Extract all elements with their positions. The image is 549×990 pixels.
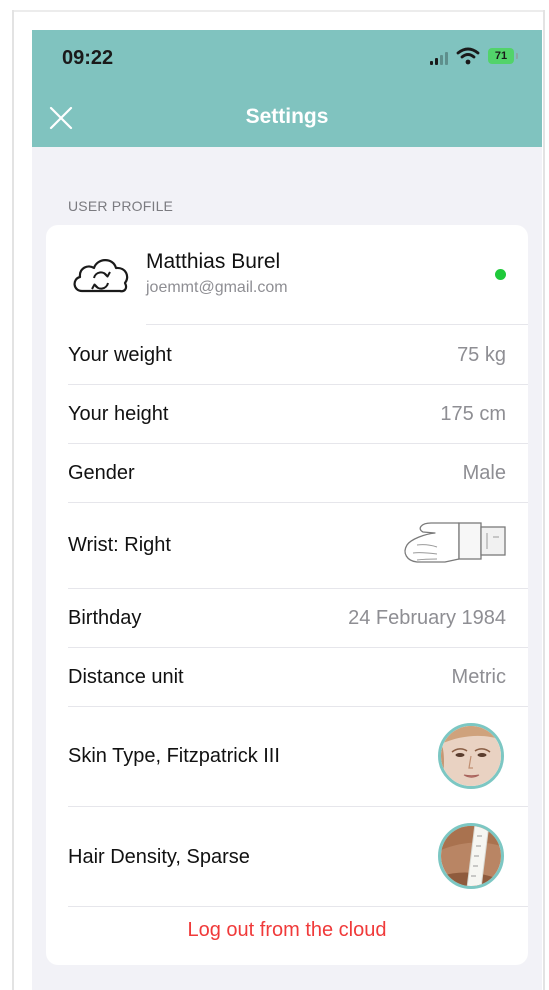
row-gender[interactable]: Gender Male: [46, 443, 528, 502]
row-value: Male: [462, 462, 506, 484]
row-value: Metric: [451, 666, 506, 688]
cloud-sync-icon: [73, 259, 129, 293]
profile-header[interactable]: Matthias Burel joemmt@gmail.com: [46, 225, 528, 325]
row-label: Your weight: [68, 344, 172, 366]
row-label: Your height: [68, 403, 169, 425]
row-label: Birthday: [68, 607, 142, 629]
divider: [68, 906, 528, 907]
row-label: Distance unit: [68, 666, 184, 688]
row-value: 75 kg: [457, 344, 506, 366]
row-skin-type[interactable]: Skin Type, Fitzpatrick III: [46, 706, 528, 806]
row-birthday[interactable]: Birthday 24 February 1984: [46, 588, 528, 647]
screenshot-border-left: [12, 10, 14, 990]
row-height[interactable]: Your height 175 cm: [46, 384, 528, 443]
settings-screen: 09:22 71 Settings USER PROFILE Matthias …: [32, 30, 542, 990]
screenshot-border-top: [12, 10, 545, 12]
row-label: Skin Type, Fitzpatrick III: [68, 745, 280, 767]
row-hair-density[interactable]: Hair Density, Sparse: [46, 806, 528, 906]
row-weight[interactable]: Your weight 75 kg: [46, 325, 528, 384]
row-label: Hair Density, Sparse: [68, 846, 250, 868]
row-distance-unit[interactable]: Distance unit Metric: [46, 647, 528, 706]
row-label: Wrist: Right: [68, 534, 171, 556]
screenshot-border-right: [543, 10, 545, 990]
wifi-icon: [456, 47, 480, 65]
cellular-signal-icon: [430, 51, 450, 65]
row-value: 24 February 1984: [348, 607, 506, 629]
user-name: Matthias Burel: [146, 250, 281, 273]
page-title: Settings: [245, 105, 329, 128]
user-email: joemmt@gmail.com: [146, 279, 288, 296]
row-label: Gender: [68, 462, 135, 484]
logout-button[interactable]: Log out from the cloud: [46, 919, 528, 942]
section-label-user-profile: USER PROFILE: [68, 198, 174, 214]
row-wrist[interactable]: Wrist: Right: [46, 502, 528, 588]
battery-charging-icon: 71: [488, 48, 518, 64]
sync-status-indicator: [495, 269, 506, 280]
skin-type-face-icon: [438, 723, 504, 789]
user-profile-card: Matthias Burel joemmt@gmail.com Your wei…: [46, 225, 528, 965]
nav-header: 09:22 71 Settings: [32, 30, 542, 147]
wrist-watch-icon: [404, 522, 506, 563]
hair-density-arm-icon: [438, 823, 504, 889]
row-value: 175 cm: [440, 403, 506, 425]
status-time: 09:22: [62, 47, 114, 69]
